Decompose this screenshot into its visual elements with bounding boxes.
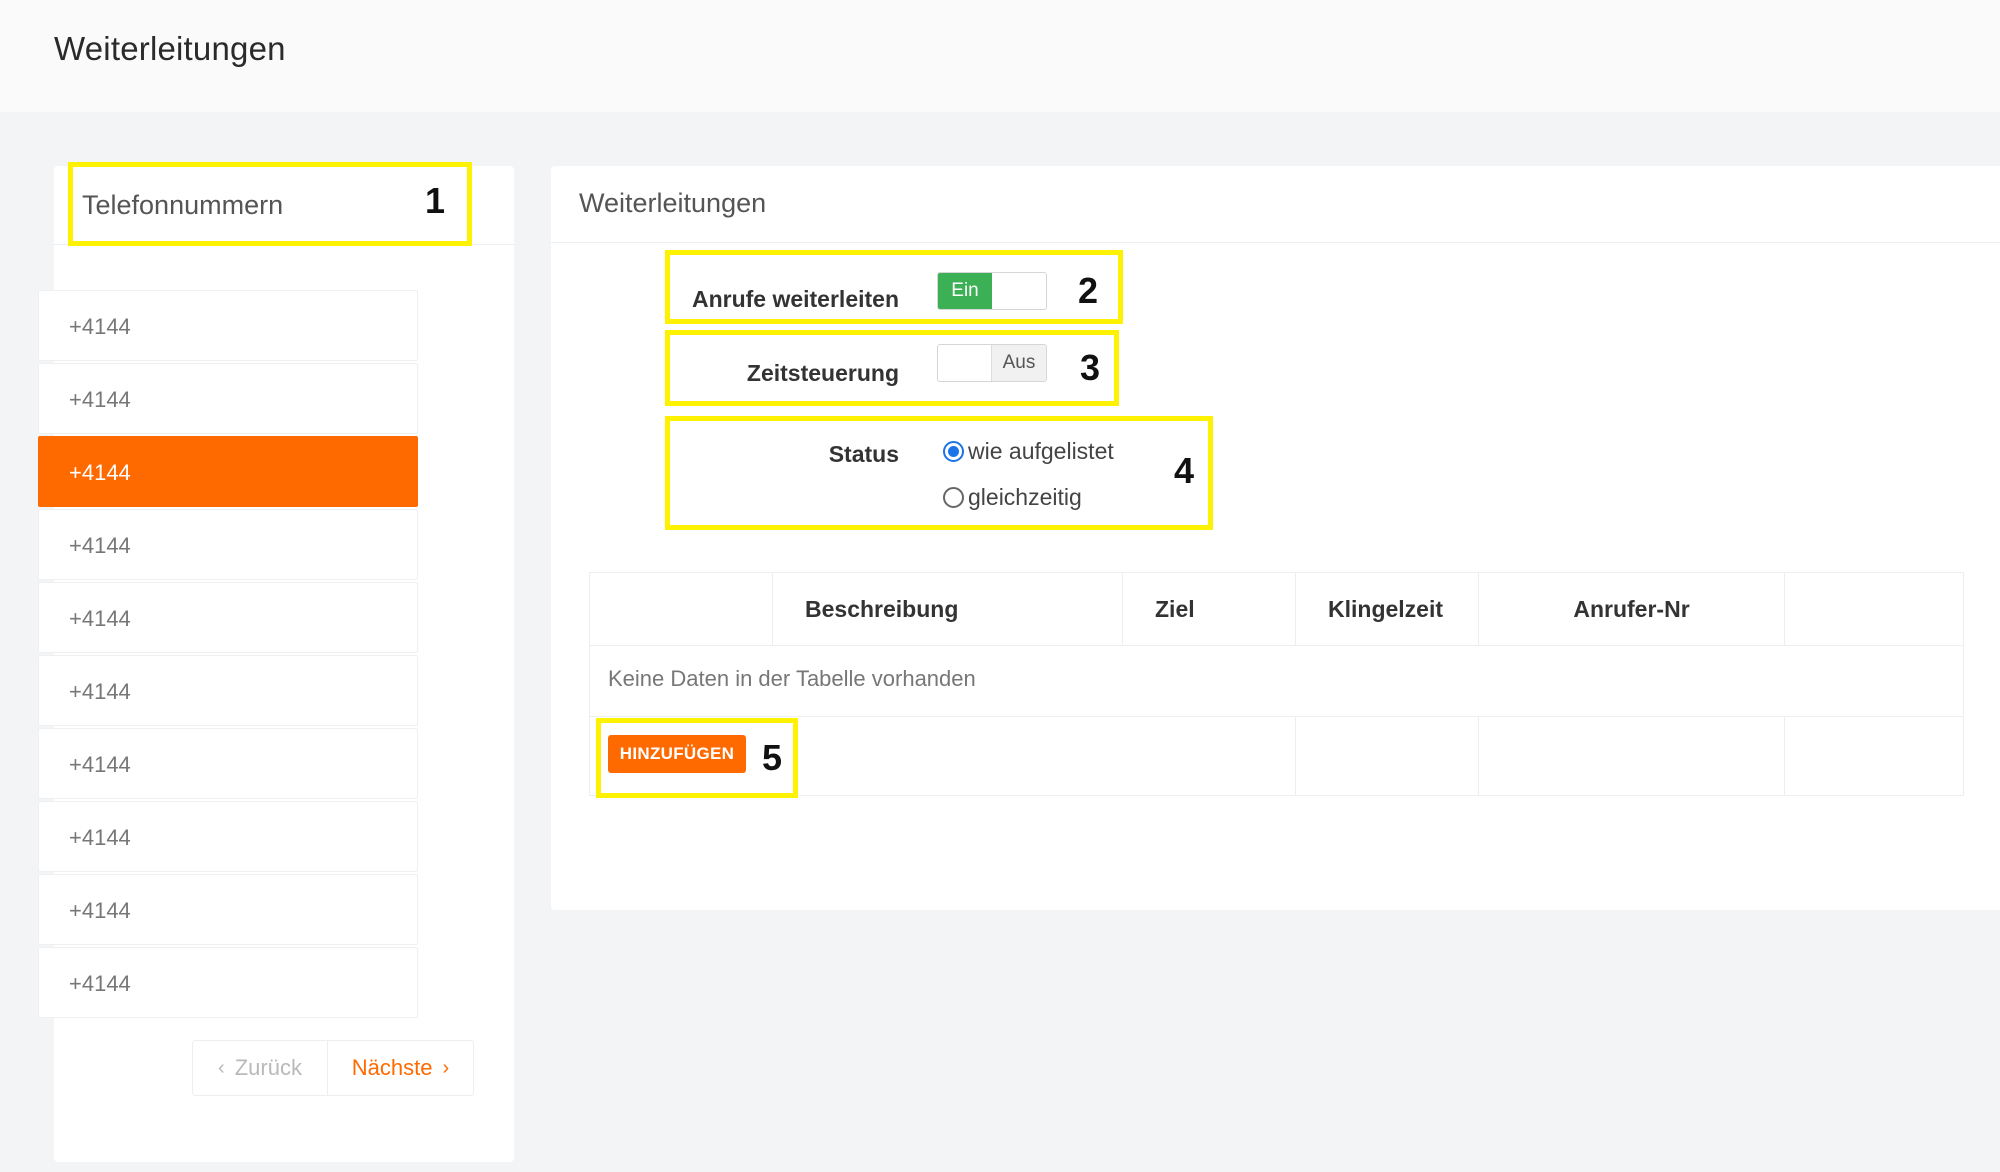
pagination: ‹ Zurück Nächste › <box>192 1040 474 1096</box>
table-column-divider <box>1784 716 1785 796</box>
phone-list-item[interactable]: +4144 <box>38 801 418 872</box>
table-header-caller-number: Anrufer-Nr <box>1479 573 1785 645</box>
table-header-empty <box>1785 573 1963 645</box>
annotation-number-4: 4 <box>1174 450 1195 491</box>
annotation-number-1: 1 <box>425 180 446 221</box>
table-empty-message: Keine Daten in der Tabelle vorhanden <box>608 666 976 691</box>
next-page-label: Nächste <box>351 1055 433 1080</box>
annotation-number-2: 2 <box>1078 270 1099 311</box>
table-header-empty <box>590 573 773 645</box>
chevron-left-icon: ‹ <box>218 1057 225 1079</box>
phone-list-item[interactable]: +4144 <box>38 363 418 434</box>
table-header-target: Ziel <box>1123 573 1296 645</box>
phone-list-item[interactable]: +4144 <box>38 947 418 1018</box>
annotation-number-5: 5 <box>762 737 783 778</box>
annotation-number-3: 3 <box>1080 347 1101 388</box>
previous-page-label: Zurück <box>234 1055 302 1080</box>
next-page-button[interactable]: Nächste › <box>328 1041 473 1095</box>
table-header-description: Beschreibung <box>773 573 1123 645</box>
table-row-divider <box>590 645 1963 646</box>
table-column-divider <box>1478 716 1479 796</box>
annotation-box-1 <box>68 162 472 246</box>
page-title: Weiterleitungen <box>54 30 286 67</box>
table-header-ring-time: Klingelzeit <box>1296 573 1479 645</box>
previous-page-button[interactable]: ‹ Zurück <box>193 1041 328 1095</box>
page-header: Weiterleitungen <box>0 0 2000 112</box>
phone-list-item-active[interactable]: +4144 <box>38 436 418 507</box>
phone-list-item[interactable]: +4144 <box>38 655 418 726</box>
forwarding-header: Weiterleitungen <box>551 166 2000 243</box>
annotation-box-2 <box>665 250 1123 324</box>
phone-list-item[interactable]: +4144 <box>38 728 418 799</box>
phone-list-item[interactable]: +4144 <box>38 290 418 361</box>
phone-list-item[interactable]: +4144 <box>38 582 418 653</box>
table-row-divider <box>590 716 1963 717</box>
chevron-right-icon: › <box>442 1057 450 1079</box>
phone-list-item[interactable]: +4144 <box>38 874 418 945</box>
table-column-divider <box>1295 716 1296 796</box>
annotation-box-3 <box>665 330 1119 406</box>
forwarding-title: Weiterleitungen <box>579 188 767 218</box>
annotation-box-4 <box>665 416 1213 530</box>
phone-list-item[interactable]: +4144 <box>38 509 418 580</box>
